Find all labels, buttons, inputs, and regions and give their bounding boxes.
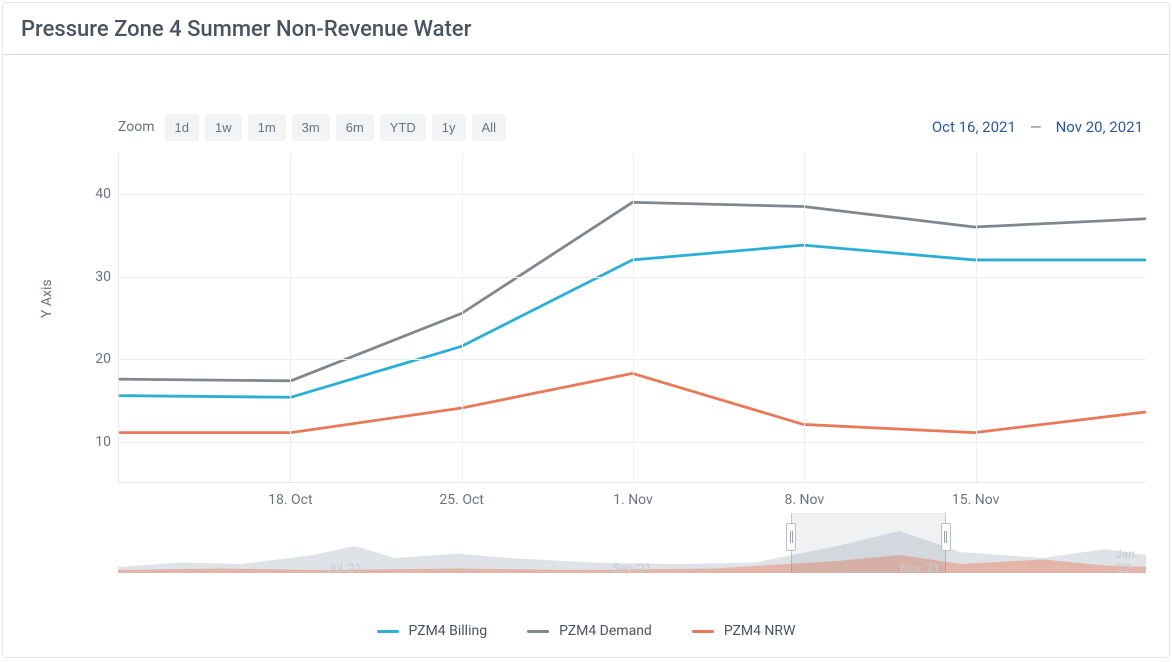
legend-label: PZM4 Billing: [409, 623, 488, 639]
range-navigator[interactable]: Jul '21 Sep '21 Nov '21 Jan '22: [118, 513, 1146, 573]
navigator-handle-left[interactable]: [786, 523, 796, 551]
date-range: Oct 16, 2021 — Nov 20, 2021: [932, 118, 1143, 136]
zoom-group: Zoom 1d 1w 1m 3m 6m YTD 1y All: [118, 114, 506, 141]
date-from[interactable]: Oct 16, 2021: [932, 118, 1016, 136]
legend-swatch: [527, 630, 549, 633]
navigator-tick: Sep '21: [613, 561, 652, 575]
chart-toolbar: Zoom 1d 1w 1m 3m 6m YTD 1y All Oct 16, 2…: [118, 112, 1143, 142]
navigator-tick: Nov '21: [900, 561, 940, 575]
date-to[interactable]: Nov 20, 2021: [1056, 118, 1143, 136]
zoom-label: Zoom: [118, 119, 155, 135]
y-tick: 30: [77, 269, 111, 285]
navigator-tick: Jan '22: [1115, 547, 1136, 575]
legend-item-billing[interactable]: PZM4 Billing: [377, 623, 488, 639]
x-tick: 25. Oct: [439, 492, 483, 508]
page-title: Pressure Zone 4 Summer Non-Revenue Water: [3, 3, 1169, 55]
legend-label: PZM4 Demand: [559, 623, 652, 639]
zoom-1m-button[interactable]: 1m: [248, 114, 286, 141]
legend-swatch: [692, 630, 714, 633]
x-tick: 8. Nov: [784, 492, 824, 508]
y-tick: 10: [77, 434, 111, 450]
x-tick: 15. Nov: [952, 492, 1000, 508]
zoom-1y-button[interactable]: 1y: [432, 114, 466, 141]
legend: PZM4 Billing PZM4 Demand PZM4 NRW: [3, 623, 1169, 639]
y-axis-label: Y Axis: [39, 279, 55, 318]
zoom-6m-button[interactable]: 6m: [336, 114, 374, 141]
x-tick: 1. Nov: [613, 492, 653, 508]
plot-area[interactable]: 1020304018. Oct25. Oct1. Nov8. Nov15. No…: [118, 153, 1146, 483]
legend-label: PZM4 NRW: [724, 623, 796, 639]
navigator-tick: Jul '21: [327, 561, 362, 575]
legend-item-demand[interactable]: PZM4 Demand: [527, 623, 652, 639]
y-tick: 20: [77, 351, 111, 367]
zoom-1d-button[interactable]: 1d: [165, 114, 199, 141]
y-tick: 40: [77, 186, 111, 202]
zoom-all-button[interactable]: All: [472, 114, 506, 141]
legend-swatch: [377, 630, 399, 633]
zoom-3m-button[interactable]: 3m: [292, 114, 330, 141]
chart-area: Zoom 1d 1w 1m 3m 6m YTD 1y All Oct 16, 2…: [3, 68, 1169, 657]
chart-card: Pressure Zone 4 Summer Non-Revenue Water…: [2, 2, 1170, 658]
zoom-1w-button[interactable]: 1w: [205, 114, 242, 141]
navigator-handle-right[interactable]: [941, 523, 951, 551]
date-sep: —: [1030, 118, 1042, 136]
legend-item-nrw[interactable]: PZM4 NRW: [692, 623, 796, 639]
x-tick: 18. Oct: [268, 492, 312, 508]
zoom-ytd-button[interactable]: YTD: [380, 114, 426, 141]
